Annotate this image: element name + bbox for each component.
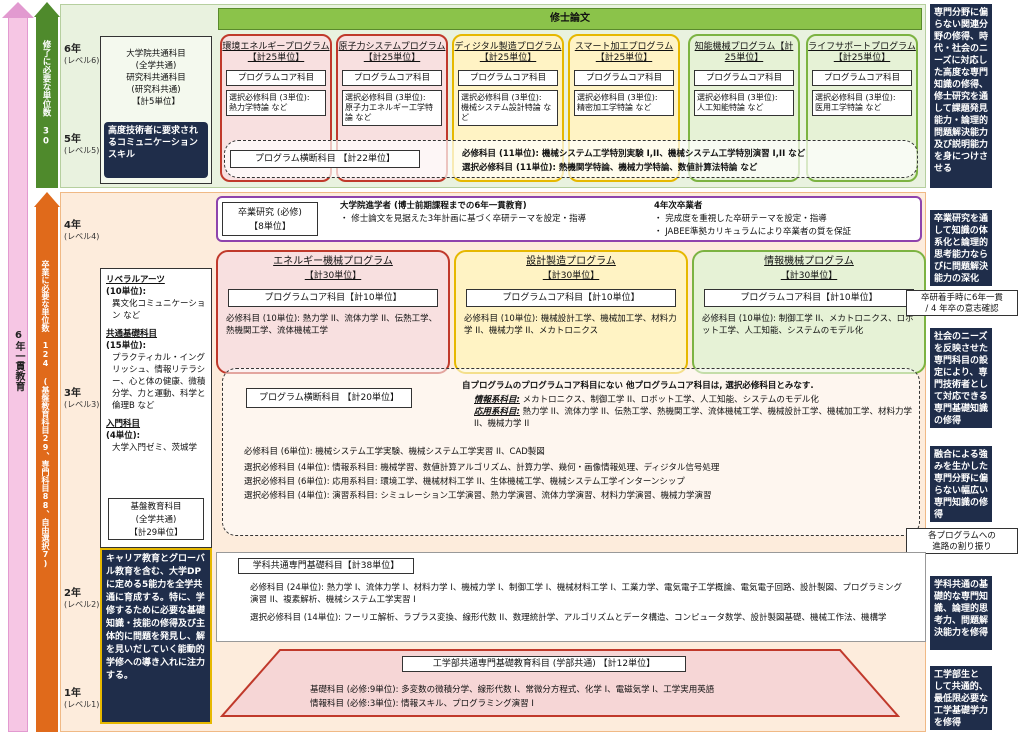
outcome-year2: 学科共通の基礎的な専門知識、論理的思考力、問題解決能力を修得 xyxy=(930,576,992,650)
program-design-manufacturing: 設計製造プログラム 【計30単位】 プログラムコア科目【計10単位】 必修科目 (1… xyxy=(454,250,688,374)
graduation-research-box: 卒業研究 (必修) 【8単位】 xyxy=(222,202,318,236)
year-5: 5年 (レベル5) xyxy=(64,134,100,155)
grad-units-label: 修了に必要な単位数 30 xyxy=(41,40,51,147)
year-3: 3年 (レベル3) xyxy=(64,388,100,409)
outcome-year4: 卒業研究を通して知識の体系化と論理的思考能力ならびに問題解決能力の深化 xyxy=(930,210,992,286)
grad-common-courses: 大学院共通科目 (全学共通) 研究科共通科目 (研究科共通) 【計5単位】 xyxy=(126,49,186,107)
year2-selective: 選択必修科目 (14単位): フーリエ解析、ラプラス変換、線形代数 II、数理統… xyxy=(250,613,887,623)
fourth-year-item-b: ・ JABEE準拠カリキュラムにより卒業者の質を保証 xyxy=(654,227,852,237)
cross3-note: 自プログラムのプログラムコア科目にない 他プログラムコア科目は, 選択必修科目と… xyxy=(462,381,814,391)
communication-skill-box: 高度技術者に要求されるコミュニケーションスキル xyxy=(104,122,208,178)
intention-callout: 卒研着手時に6年一貫 / 4 年卒の意志確認 xyxy=(906,290,1018,316)
year-6: 6年 (レベル6) xyxy=(64,44,100,65)
year2-required: 必修科目 (24単位): 熱力学 I、流体力学 I、材料力学 I、機械力学 I、… xyxy=(250,583,902,605)
cross5-title: プログラム横断科目 【計22単位】 xyxy=(230,150,420,168)
program-information-machine: 情報機械プログラム 【計30単位】 プログラムコア科目【計10単位】 必修科目 (1… xyxy=(692,250,926,374)
base-education-box: 基盤教育科目 (全学共通) 【計29単位】 xyxy=(108,498,204,540)
year2-title: 学科共通専門基礎科目【計38単位】 xyxy=(238,558,414,574)
fourth-year-head: 4年次卒業者 xyxy=(654,201,703,211)
grad-school-item: ・ 修士論文を見据えた3年計画に基づく卒研テーマを設定・指導 xyxy=(340,214,587,224)
outcome-year3-a: 社会のニーズを反映させた専門科目の設定により、専門技術者として対応できる専門基礎… xyxy=(930,328,992,428)
allocation-callout: 各プログラムへの 進路の割り振り xyxy=(906,528,1018,554)
cross3-sel-info: 選択必修科目 (4単位): 情報系科目: 機械学習、数値計算アルゴリズム、計算力… xyxy=(244,463,720,473)
year1-info: 情報科目 (必修:3単位): 情報スキル、プログラミング演習 I xyxy=(310,699,534,709)
cross5-selective: 選択必修科目 (11単位): 熱機関学特論、機械力学特論、数値計算法特論 など xyxy=(462,163,758,173)
cross3-sel-applied: 選択必修科目 (6単位): 応用系科目: 環境工学、機械材料工学 II、生体機械… xyxy=(244,477,685,487)
outcome-year1: 工学部生として共通的、最低限必要な工学基礎学力を修得 xyxy=(930,666,992,730)
career-education-box: キャリア教育とグローバル教育を含む、大学DPに定める5能力を全学共通に育成する。… xyxy=(100,548,212,724)
master-thesis-bar: 修士論文 xyxy=(218,8,922,30)
grad-school-head: 大学院進学者 (博士前期課程までの6年一貫教育) xyxy=(340,201,527,211)
six-year-label: 6年一貫教育 xyxy=(13,330,24,391)
cross3-info: 情報系科目: メカトロニクス、制御工学 II、ロボット工学、人工知能、システムの… xyxy=(474,395,819,405)
year-1: 1年 (レベル1) xyxy=(64,688,100,709)
fourth-year-item-a: ・ 完成度を重視した卒研テーマを設定・指導 xyxy=(654,214,827,224)
year-4: 4年 (レベル4) xyxy=(64,220,100,241)
year1-title: 工学部共通専門基礎教育科目 (学部共通) 【計12単位】 xyxy=(402,656,686,672)
cross5-required: 必修科目 (11単位): 機械システム工学特別実験 I,II、機械システム工学特… xyxy=(462,149,806,159)
cross3-applied: 応用系科目: 熱力学 II、流体力学 II、伝熱工学、熱機関工学、流体機械工学、… xyxy=(474,407,913,429)
cross3-sel-practice: 選択必修科目 (4単位): 演習系科目: シミュレーション工学演習、熱力学演習、… xyxy=(244,491,712,501)
cross3-required: 必修科目 (6単位): 機械システム工学実験、機械システム工学実習 II、CAD… xyxy=(244,447,545,457)
year-2: 2年 (レベル2) xyxy=(64,588,100,609)
year1-basic: 基礎科目 (必修:9単位): 多変数の微積分学、線形代数 I、常微分方程式、化学… xyxy=(310,685,715,695)
outcome-year5-6: 専門分野に偏らない関連分野の修得、時代・社会のニーズに対応した高度な専門知識の修… xyxy=(930,4,992,188)
undergrad-units-label: 卒業に必要な単位数 124 (基盤教育科目29、専門科目88、自由選択7) xyxy=(41,260,50,568)
outcome-year3-b: 融合による強みを生かした専門分野に偏らない幅広い専門知識の修得 xyxy=(930,446,992,522)
cross3-title: プログラム横断科目 【計20単位】 xyxy=(246,388,412,408)
liberal-arts-block: リベラルアーツ (10単位): 異文化コミュニケーション など 共通基礎科目 (… xyxy=(106,275,206,453)
program-energy-machine: エネルギー機械プログラム 【計30単位】 プログラムコア科目【計10単位】 必修科目… xyxy=(216,250,450,374)
